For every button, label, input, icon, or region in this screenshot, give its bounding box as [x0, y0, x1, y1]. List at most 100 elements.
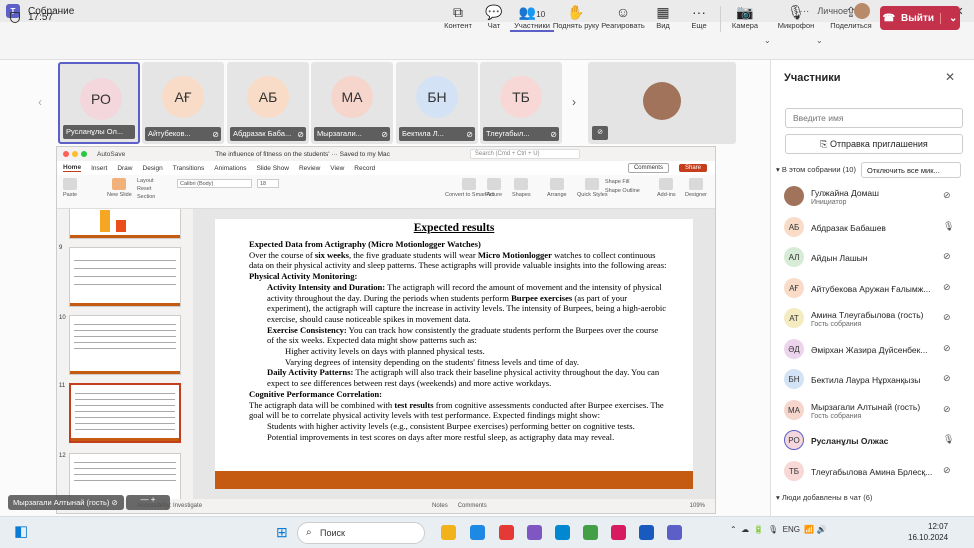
notes-button[interactable]: Notes	[432, 503, 448, 509]
participant-tile[interactable]: БН Бектила Л... ⊘	[396, 62, 478, 144]
shape-outline-button[interactable]: Shape Outline	[605, 187, 640, 196]
layout-button[interactable]: Layout	[137, 177, 155, 185]
tile-name: Айтубеков...	[145, 127, 221, 141]
added-in-chat-section-header[interactable]: ▾ Люди добавлены в чат (6)	[776, 493, 872, 502]
comments-button[interactable]: Comments	[627, 163, 669, 173]
section-button[interactable]: Section	[137, 193, 155, 201]
quick-styles-button[interactable]: Quick Styles	[577, 178, 608, 198]
zoom-level[interactable]: 109%	[690, 503, 705, 509]
tab-view[interactable]: View	[330, 165, 344, 172]
participant-search-input[interactable]	[785, 108, 963, 128]
participant-row[interactable]: АЛ Айдын Лашын ⊘	[784, 245, 964, 271]
ribbon: Paste New Slide Layout Reset Section Calib…	[57, 175, 715, 209]
tab-slide-show[interactable]: Slide Show	[256, 165, 289, 172]
share-button[interactable]: ⇪ Поделиться	[828, 3, 874, 30]
leave-button[interactable]: ☎ Выйти ⌄	[880, 6, 960, 30]
participant-row[interactable]: Гулжайна Домаш Инициатор ⊘	[784, 184, 964, 210]
participant-row[interactable]: АҒ Айтубекова Аружан Ғалымж... ⊘	[784, 276, 964, 302]
participant-row[interactable]: ӘД Әмірхан Жазира Дүйсенбек... ⊘	[784, 337, 964, 363]
in-meeting-section-header[interactable]: ▾ В этом собрании (10)	[776, 165, 856, 174]
mute-all-button[interactable]: Отключить все мик...	[861, 162, 961, 178]
tab-review[interactable]: Review	[299, 165, 320, 172]
camera-options-chevron-icon[interactable]: ⌄	[764, 36, 771, 45]
ppt-search-input[interactable]: Search (Cmd + Ctrl + U)	[469, 149, 580, 159]
shape-fill-button[interactable]: Shape Fill	[605, 178, 640, 187]
participant-tile[interactable]: АБ Абдразак Баба... ⊘	[227, 62, 309, 144]
participant-row[interactable]: АБ Абдразак Бабашев 🎙	[784, 215, 964, 241]
slide-thumbnail[interactable]	[69, 209, 181, 239]
language-indicator[interactable]: ENG	[783, 525, 800, 534]
participant-tile[interactable]: АҒ Айтубеков... ⊘	[142, 62, 224, 144]
leave-options-chevron-icon[interactable]: ⌄	[940, 12, 957, 24]
participant-tile[interactable]: РО Русланұлы Ол...	[58, 62, 140, 144]
windows-start-icon[interactable]: ⊞	[276, 525, 290, 539]
teams-icon[interactable]	[667, 525, 682, 540]
tab-record[interactable]: Record	[354, 165, 375, 172]
send-invite-button[interactable]: ⎘ Отправка приглашения	[785, 134, 963, 154]
slide-thumbnail[interactable]	[69, 453, 181, 499]
taskbar-search-box[interactable]: ⌕ Поиск	[297, 522, 425, 544]
react-button[interactable]: ☺ Реагировать	[600, 3, 646, 30]
camera-button[interactable]: 📷 Камера	[723, 3, 767, 30]
emoji-icon: ☺	[615, 4, 631, 20]
mic-options-chevron-icon[interactable]: ⌄	[816, 36, 823, 45]
pill-controls[interactable]: — +	[126, 495, 170, 510]
word-icon[interactable]	[639, 525, 654, 540]
instagram-icon[interactable]	[611, 525, 626, 540]
clipboard-icon	[63, 178, 78, 190]
participant-tile[interactable]: МА Мырзагали... ⊘	[311, 62, 393, 144]
tab-animations[interactable]: Animations	[214, 165, 246, 172]
participant-row[interactable]: МА Мырзагали Алтынай (гость) Гость собрани…	[784, 398, 964, 424]
paste-button[interactable]: Paste	[63, 178, 77, 198]
status-comments-button[interactable]: Comments	[458, 503, 487, 509]
chevron-right-icon[interactable]: ›	[572, 95, 576, 109]
participants-button[interactable]: 👥10 Участники	[510, 3, 554, 32]
font-name-select[interactable]: Calibri (Body)	[177, 179, 252, 188]
taskbar-app-icon[interactable]	[441, 525, 456, 540]
new-slide-button[interactable]: New Slide	[107, 178, 132, 198]
slide-thumbnail[interactable]	[69, 247, 181, 307]
reset-button[interactable]: Reset	[137, 185, 155, 193]
participant-row[interactable]: ТБ Тлеугабылова Амина Брлесқ... ⊘	[784, 459, 964, 485]
designer-button[interactable]: Designer	[685, 178, 707, 198]
mic-off-icon: ⊘	[943, 343, 951, 353]
arrange-button[interactable]: Arrange	[547, 178, 567, 198]
system-clock[interactable]: 12:07 16.10.2024	[908, 521, 948, 543]
chevron-left-icon[interactable]: ‹	[38, 95, 42, 109]
more-button[interactable]: ··· Еще	[677, 3, 721, 30]
slide-thumbnail[interactable]	[69, 315, 181, 375]
participant-tile[interactable]: ТБ Тлеугабыл... ⊘	[480, 62, 562, 144]
mic-off-icon: ⊘	[466, 130, 473, 139]
font-size-select[interactable]: 18	[257, 179, 279, 188]
current-slide[interactable]: Expected results Expected Data from Acti…	[215, 219, 693, 489]
widgets-icon[interactable]: ◧	[14, 524, 30, 540]
share-icon: ⇪	[845, 4, 857, 20]
tab-draw[interactable]: Draw	[117, 165, 132, 172]
picture-icon	[486, 178, 501, 190]
tab-transitions[interactable]: Transitions	[173, 165, 205, 172]
edge-icon[interactable]	[555, 525, 570, 540]
tab-home[interactable]: Home	[63, 164, 82, 172]
taskbar-app-icon[interactable]	[499, 525, 514, 540]
taskbar-app-icon[interactable]	[527, 525, 542, 540]
tab-insert[interactable]: Insert	[91, 165, 107, 172]
picture-button[interactable]: Picture	[485, 178, 502, 198]
participant-row[interactable]: БН Бектила Лаура Нұрханқызы ⊘	[784, 367, 964, 393]
close-icon[interactable]: ✕	[945, 70, 955, 84]
taskbar-app-icon[interactable]	[583, 525, 598, 540]
participant-row[interactable]: АТ Амина Тлеугабылова (гость) Гость собран…	[784, 306, 964, 332]
participant-row[interactable]: РО Русланұлы Олжас 🎙	[784, 428, 964, 454]
avatar: АҒ	[784, 278, 804, 298]
add-ins-button[interactable]: Add-ins	[657, 178, 676, 198]
autosave-toggle[interactable]: AutoSave	[97, 151, 125, 158]
raise-hand-button[interactable]: ✋ Поднять руку	[552, 3, 600, 30]
slide-thumbnail-current[interactable]	[69, 383, 181, 443]
mic-button[interactable]: 🎙 Микрофон	[774, 3, 818, 30]
mic-off-icon: ⊘	[943, 465, 951, 475]
system-tray[interactable]: ⌃ ☁ 🔋 🎙 ENG 📶 🔊	[730, 525, 827, 534]
shapes-button[interactable]: Shapes	[512, 178, 531, 198]
taskbar-app-icon[interactable]	[470, 525, 485, 540]
tab-design[interactable]: Design	[143, 165, 163, 172]
self-video-tile[interactable]: ⊘	[588, 62, 736, 144]
ppt-share-button[interactable]: Share	[678, 164, 707, 172]
